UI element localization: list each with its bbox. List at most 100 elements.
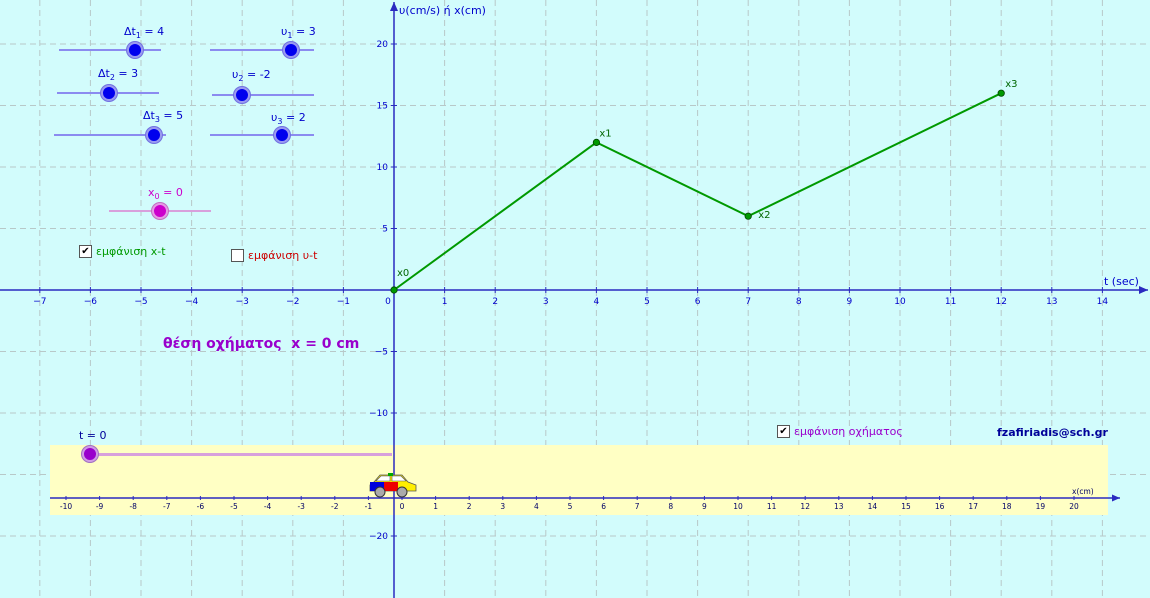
track-tick-label: 3 <box>500 502 505 511</box>
track-tick-label: 12 <box>800 502 810 511</box>
slider-t-knob[interactable] <box>82 446 98 462</box>
x-tick-label: 1 <box>442 297 448 307</box>
y-tick-label: −10 <box>369 409 388 419</box>
track-tick-label: -1 <box>365 502 373 511</box>
slider-dt1-label: Δt1 = 4 <box>124 25 165 41</box>
slider-dt2-label: Δt2 = 3 <box>98 67 139 83</box>
x-tick-label: −4 <box>185 297 199 307</box>
track-tick-label: -2 <box>331 502 339 511</box>
track-tick-label: -8 <box>129 502 137 511</box>
y-tick-label: −5 <box>375 348 388 358</box>
y-axis-arrow <box>390 2 398 11</box>
track-tick-label: 5 <box>568 502 573 511</box>
x-tick-label: −7 <box>33 297 46 307</box>
checkbox-show-xt-box[interactable]: ✔ <box>79 245 92 258</box>
xt-point-label: x2 <box>758 210 770 221</box>
vehicle-position-text: θέση οχήματος x = 0 cm <box>163 336 360 352</box>
x-tick-label: 4 <box>594 297 600 307</box>
y-tick-label: 20 <box>377 40 389 50</box>
track-axis-label: x(cm) <box>1072 487 1094 496</box>
x-tick-label: 5 <box>644 297 650 307</box>
graph-canvas: υ(cm/s) ή x(cm)t (sec)−7 −6 −5 −4 −3 −2 −1 0 1 2 3… <box>0 0 1150 598</box>
slider-v2-label: υ2 = -2 <box>232 68 271 84</box>
track-tick-label: 8 <box>668 502 673 511</box>
slider-dt2-knob[interactable] <box>101 85 117 101</box>
track-tick-label: -3 <box>297 502 305 511</box>
track-tick-label: 16 <box>935 502 945 511</box>
xt-point-x2[interactable] <box>744 212 752 220</box>
track-tick-label: -7 <box>163 502 171 511</box>
track-tick-label: -5 <box>230 502 238 511</box>
y-tick-label: 5 <box>382 225 388 235</box>
y-tick-label: −20 <box>369 532 388 542</box>
x-tick-label: 12 <box>995 297 1006 307</box>
slider-v3-track[interactable] <box>210 134 314 136</box>
track-tick-label: 11 <box>767 502 777 511</box>
track-tick-label: 0 <box>400 502 405 511</box>
x-tick-label: −2 <box>286 297 299 307</box>
slider-dt3-label: Δt3 = 5 <box>143 109 184 125</box>
checkbox-show-xt[interactable]: ✔ εμφάνιση x-t <box>79 245 166 258</box>
track-tick-label: -4 <box>264 502 272 511</box>
y-tick-label: 15 <box>377 102 388 112</box>
checkbox-show-vt-label: εμφάνιση υ-t <box>248 249 318 262</box>
track-tick-label: 2 <box>467 502 472 511</box>
x-tick-label: −3 <box>236 297 249 307</box>
xt-point-label: x1 <box>599 128 611 139</box>
x-tick-label: 2 <box>492 297 498 307</box>
checkbox-show-vt[interactable]: εμφάνιση υ-t <box>231 249 317 262</box>
slider-t-label: t = 0 <box>79 429 107 442</box>
x-tick-label: 14 <box>1097 297 1109 307</box>
track-tick-label: 15 <box>901 502 911 511</box>
geogebra-applet[interactable]: υ(cm/s) ή x(cm) t (sec) −7 −6 −5 −4 −3 −2 −1 0 1 2 3… <box>0 0 1150 598</box>
x-tick-label: 7 <box>745 297 751 307</box>
xt-point-x3[interactable] <box>997 89 1005 97</box>
y-axis-label: υ(cm/s) ή x(cm) <box>399 4 486 17</box>
x-tick-label: 11 <box>945 297 956 307</box>
xt-point-x0[interactable] <box>390 286 398 294</box>
slider-dt3-knob[interactable] <box>146 127 162 143</box>
checkbox-show-vehicle[interactable]: ✔ εμφάνιση οχήματος <box>777 425 903 438</box>
checkbox-show-xt-label: εμφάνιση x-t <box>96 245 166 258</box>
track-tick-label: 1 <box>433 502 438 511</box>
checkbox-show-vehicle-box[interactable]: ✔ <box>777 425 790 438</box>
checkbox-show-vt-box[interactable] <box>231 249 244 262</box>
xt-point-x1[interactable] <box>592 138 601 146</box>
x-tick-label: −5 <box>134 297 147 307</box>
author-credit: fzafiriadis@sch.gr <box>997 426 1108 439</box>
slider-v1-knob[interactable] <box>283 42 299 58</box>
x-tick-label: −6 <box>84 297 98 307</box>
y-tick-label: 10 <box>377 163 389 173</box>
track-tick-label: 9 <box>702 502 707 511</box>
track-axis-arrow <box>1112 494 1120 502</box>
x-tick-label: −1 <box>337 297 350 307</box>
checkbox-show-vehicle-label: εμφάνιση οχήματος <box>794 425 903 438</box>
x-axis-arrow <box>1139 286 1148 294</box>
track-tick-label: 20 <box>1069 502 1079 511</box>
xt-point-label: x0 <box>397 268 409 279</box>
track-tick-label: 19 <box>1036 502 1046 511</box>
slider-v2-knob[interactable] <box>234 87 250 103</box>
x-tick-label: 6 <box>695 297 701 307</box>
slider-v1-label: υ1 = 3 <box>281 25 316 41</box>
x-tick-label: 10 <box>894 297 906 307</box>
track-tick-label: -10 <box>60 502 72 511</box>
slider-dt1-knob[interactable] <box>127 42 143 58</box>
slider-x0-label: x0 = 0 <box>148 186 183 202</box>
slider-v3-knob[interactable] <box>274 127 290 143</box>
slider-dt1-track[interactable] <box>59 49 161 51</box>
slider-x0-knob[interactable] <box>152 203 168 219</box>
x-tick-label: 9 <box>847 297 853 307</box>
slider-t-track[interactable] <box>90 453 392 456</box>
slider-v2-track[interactable] <box>212 94 314 96</box>
track-tick-label: 13 <box>834 502 844 511</box>
track-tick-label: 4 <box>534 502 539 511</box>
track-tick-label: 7 <box>635 502 640 511</box>
track-tick-label: 18 <box>1002 502 1012 511</box>
slider-v3-label: υ3 = 2 <box>271 111 306 127</box>
xt-point-label: x3 <box>1005 79 1017 90</box>
track-tick-label: 10 <box>733 502 743 511</box>
track-tick-label: 6 <box>601 502 606 511</box>
x-tick-label: 3 <box>543 297 549 307</box>
x-tick-label: 0 <box>385 297 391 307</box>
